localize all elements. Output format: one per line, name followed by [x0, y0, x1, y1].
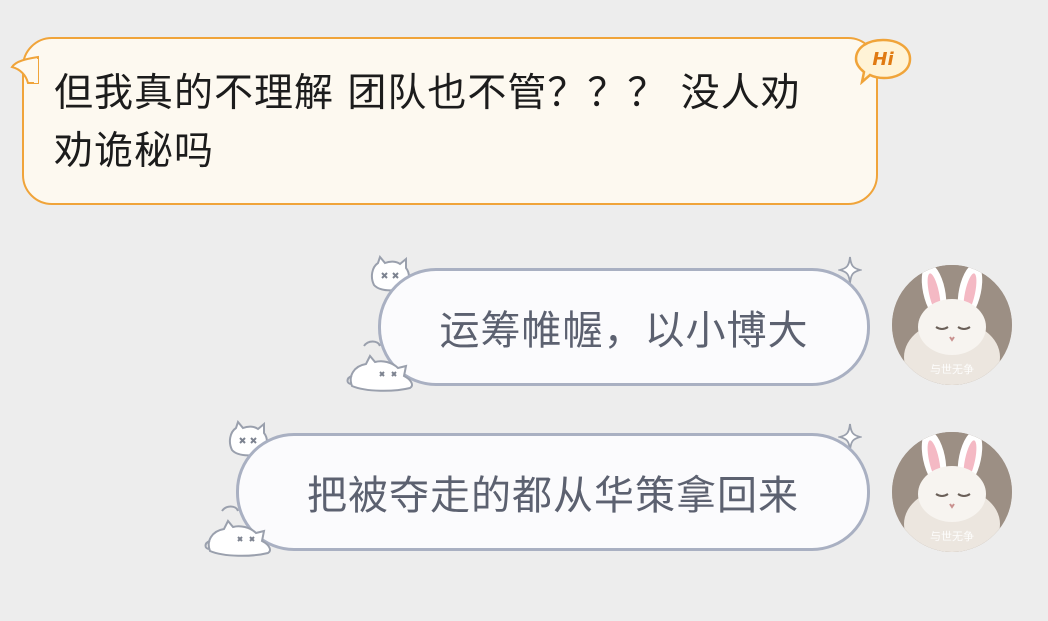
sleeping-cat-icon — [344, 338, 418, 392]
hi-badge-icon: Hi — [854, 37, 912, 86]
message-text: 把被夺走的都从华策拿回来 — [307, 473, 799, 519]
avatar[interactable]: 与世无争 — [892, 432, 1012, 552]
message-text: 运筹帷幄，以小博大 — [439, 308, 809, 354]
sleeping-cat-icon — [202, 503, 276, 557]
incoming-message-bubble[interactable]: 但我真的不理解 团队也不管？？？ 没人劝劝诡秘吗 — [10, 37, 878, 205]
avatar-watermark: 与世无争 — [930, 363, 974, 376]
hi-badge-label: Hi — [872, 49, 894, 70]
message-text: 但我真的不理解 团队也不管？？？ 没人劝劝诡秘吗 — [54, 71, 801, 174]
outgoing-message-bubble[interactable]: 运筹帷幄，以小博大 — [378, 268, 870, 386]
avatar-watermark: 与世无争 — [930, 530, 974, 543]
avatar[interactable]: 与世无争 — [892, 265, 1012, 385]
outgoing-message-bubble[interactable]: 把被夺走的都从华策拿回来 — [236, 433, 870, 551]
